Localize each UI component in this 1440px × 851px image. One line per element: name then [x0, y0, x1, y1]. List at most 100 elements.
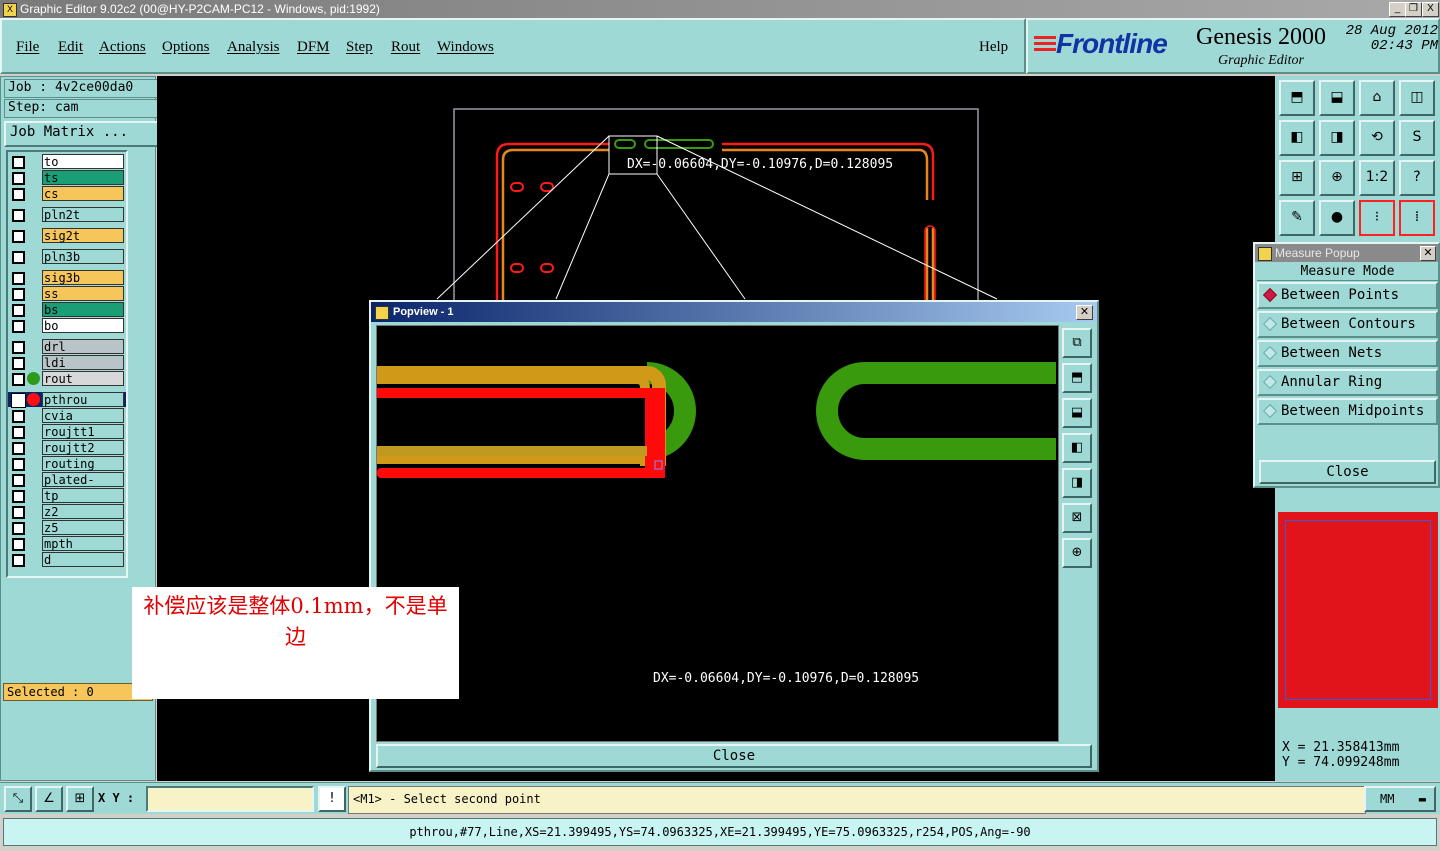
close-window-button[interactable]: X [1422, 2, 1439, 17]
layer-checkbox[interactable] [12, 458, 25, 471]
overview-map[interactable] [1278, 512, 1438, 708]
layer-name[interactable]: d [42, 552, 124, 567]
layer-checkbox[interactable] [12, 410, 25, 423]
layer-checkbox[interactable] [12, 522, 25, 535]
layer-checkbox[interactable] [12, 251, 25, 264]
menu-windows[interactable]: Windows [437, 39, 494, 56]
layer-name[interactable]: bs [42, 302, 124, 317]
layer-row-cvia[interactable]: cvia [8, 408, 126, 423]
zoom-fit-icon[interactable]: ⧉ [1062, 328, 1092, 358]
layer-row-roujtt1[interactable]: roujtt1 [8, 424, 126, 439]
snap-angle-icon[interactable]: ∠ [35, 786, 63, 812]
home-icon[interactable]: ⌂ [1359, 80, 1395, 116]
layer-name[interactable]: routing [42, 456, 124, 471]
layer-checkbox[interactable] [12, 230, 25, 243]
alert-button[interactable]: ! [318, 786, 346, 812]
layer-checkbox[interactable] [12, 506, 25, 519]
layer-row-sig3b[interactable]: sig3b [8, 270, 126, 285]
pan-right-icon[interactable]: ◨ [1062, 468, 1092, 498]
bottom-view-icon[interactable]: ⬓ [1319, 80, 1355, 116]
layer-name[interactable]: sig3b [42, 270, 124, 285]
layer-name[interactable]: ldi [42, 355, 124, 370]
layer-name[interactable]: sig2t [42, 228, 124, 243]
help-icon[interactable]: ? [1399, 160, 1435, 196]
measure-popup-close-icon[interactable]: ✕ [1420, 246, 1436, 261]
layer-checkbox[interactable] [12, 373, 25, 386]
layer-checkbox[interactable] [12, 288, 25, 301]
layer-checkbox[interactable] [12, 304, 25, 317]
layer-checkbox[interactable] [12, 554, 25, 567]
mode-between-nets[interactable]: Between Nets [1257, 340, 1438, 367]
menu-analysis[interactable]: Analysis [227, 39, 280, 56]
pan-right-icon[interactable]: ◨ [1319, 120, 1355, 156]
pan-left-icon[interactable]: ◧ [1279, 120, 1315, 156]
layer-row-ts[interactable]: ts [8, 170, 126, 185]
layer-row-pthrou[interactable]: pthrou [8, 392, 126, 408]
menu-edit[interactable]: Edit [58, 39, 83, 56]
mode-annular-ring[interactable]: Annular Ring [1257, 369, 1438, 396]
menu-help[interactable]: Help [979, 39, 1008, 56]
select-area-icon[interactable]: ⤡ [4, 786, 32, 812]
layer-checkbox[interactable] [12, 357, 25, 370]
maximize-button[interactable]: ❐ [1405, 2, 1422, 17]
layer-name[interactable]: cvia [42, 408, 124, 423]
layer-checkbox[interactable] [12, 341, 25, 354]
pan-up-icon[interactable]: ⬒ [1062, 363, 1092, 393]
menu-file[interactable]: File [16, 39, 39, 56]
layer-row-routing[interactable]: routing [8, 456, 126, 471]
layer-row-pln3b[interactable]: pln3b [8, 249, 126, 264]
pan-down-icon[interactable]: ⬓ [1062, 398, 1092, 428]
measure-close-button[interactable]: Close [1259, 460, 1436, 484]
layer-row-drl[interactable]: drl [8, 339, 126, 354]
layer-name[interactable]: cs [42, 186, 124, 201]
layer-row-roujtt2[interactable]: roujtt2 [8, 440, 126, 455]
mode-between-contours[interactable]: Between Contours [1257, 311, 1438, 338]
layer-name[interactable]: roujtt2 [42, 440, 124, 455]
layer-row-pln2t[interactable]: pln2t [8, 207, 126, 222]
layer-row-sig2t[interactable]: sig2t [8, 228, 126, 243]
menu-actions[interactable]: Actions [99, 39, 146, 56]
net-icon[interactable]: ⁝ [1359, 200, 1395, 236]
layer-name[interactable]: rout [42, 371, 124, 386]
top-view-icon[interactable]: ⬒ [1279, 80, 1315, 116]
layer-row-bo[interactable]: bo [8, 318, 126, 333]
layer-row-tp[interactable]: tp [8, 488, 126, 503]
minimize-button[interactable]: _ [1389, 2, 1406, 17]
zoom-in-icon[interactable]: ⊞ [1279, 160, 1315, 196]
zoom-out-icon[interactable]: ⊕ [1319, 160, 1355, 196]
layer-row-ldi[interactable]: ldi [8, 355, 126, 370]
netlist-icon[interactable]: ⁞ [1399, 200, 1435, 236]
popview-close-icon[interactable]: ✕ [1076, 305, 1093, 320]
menu-options[interactable]: Options [162, 39, 210, 56]
layer-name[interactable]: drl [42, 339, 124, 354]
layer-row-d[interactable]: d [8, 552, 126, 567]
layer-checkbox[interactable] [12, 188, 25, 201]
layer-row-z2[interactable]: z2 [8, 504, 126, 519]
rotate-icon[interactable]: ⟲ [1359, 120, 1395, 156]
layer-name[interactable]: z2 [42, 504, 124, 519]
menu-step[interactable]: Step [346, 39, 373, 56]
snap-icon[interactable]: ● [1319, 200, 1355, 236]
layer-row-mpth[interactable]: mpth [8, 536, 126, 551]
job-matrix-button[interactable]: Job Matrix ... [4, 121, 160, 147]
layer-checkbox[interactable] [12, 426, 25, 439]
layer-name[interactable]: ss [42, 286, 124, 301]
layer-name[interactable]: pln3b [42, 249, 124, 264]
layer-row-ss[interactable]: ss [8, 286, 126, 301]
layer-name[interactable]: roujtt1 [42, 424, 124, 439]
layer-row-to[interactable]: to [8, 154, 126, 169]
layer-checkbox[interactable] [12, 320, 25, 333]
tools-icon[interactable]: ✎ [1279, 200, 1315, 236]
mode-between-midpoints[interactable]: Between Midpoints [1257, 398, 1438, 425]
layer-name[interactable]: tp [42, 488, 124, 503]
mirror-icon[interactable]: S [1399, 120, 1435, 156]
xy-input[interactable] [146, 786, 314, 812]
layer-checkbox[interactable] [12, 209, 25, 222]
layer-row-cs[interactable]: cs [8, 186, 126, 201]
layer-checkbox[interactable] [12, 442, 25, 455]
pan-left-icon[interactable]: ◧ [1062, 433, 1092, 463]
layer-row-z5[interactable]: z5 [8, 520, 126, 535]
layer-checkbox[interactable] [11, 393, 26, 408]
grid-icon[interactable]: ⊞ [66, 786, 94, 812]
layer-name[interactable]: bo [42, 318, 124, 333]
